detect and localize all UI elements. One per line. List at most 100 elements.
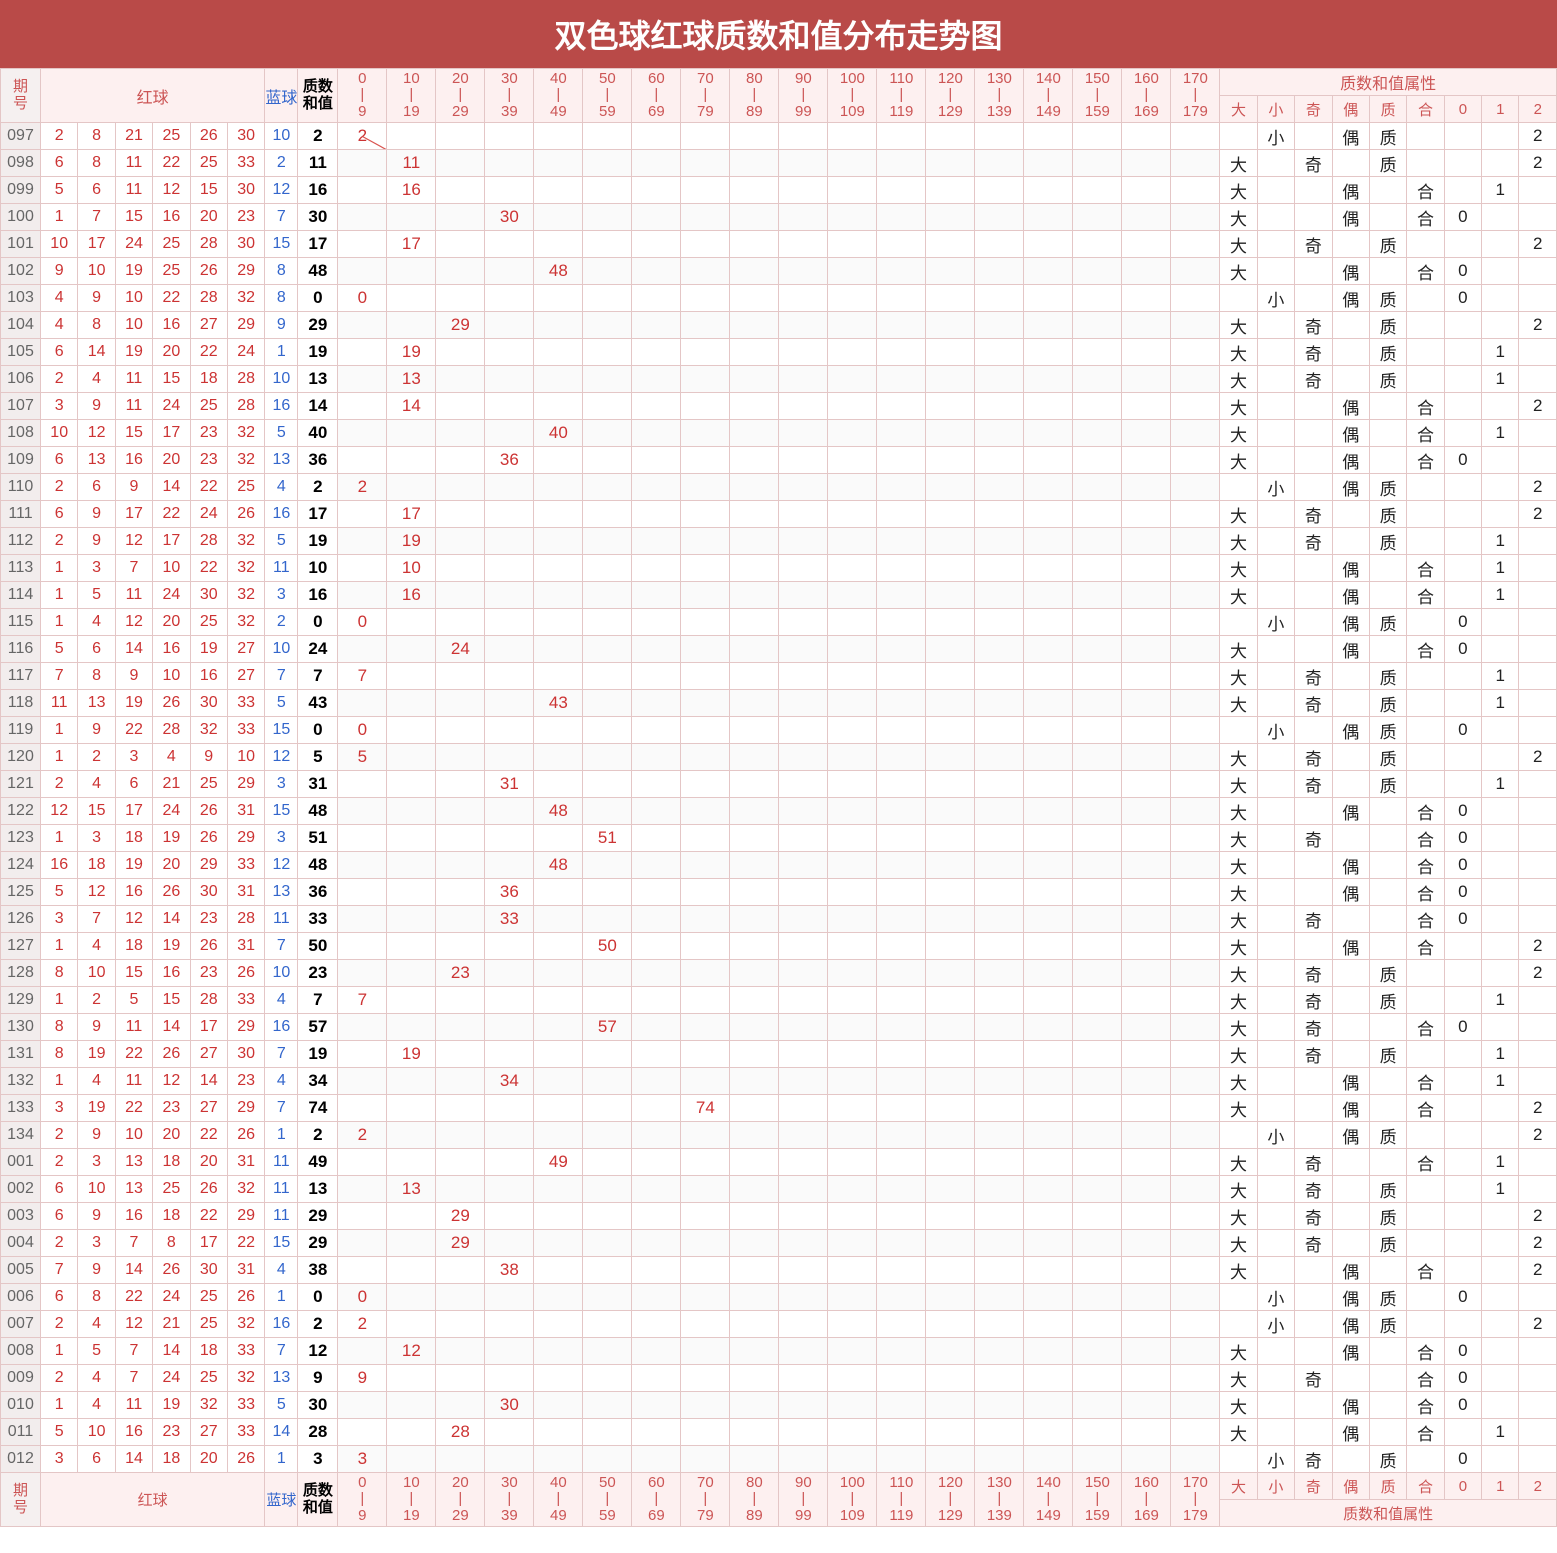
red-ball: 22 [115, 1041, 152, 1068]
bin-cell [1122, 1365, 1171, 1392]
bin-cell [534, 474, 583, 501]
bin-cell: 2 [338, 474, 387, 501]
prop-cell: 小 [1257, 717, 1294, 744]
bin-cell [387, 1446, 436, 1473]
bin-cell [436, 285, 485, 312]
period-cell: 012 [1, 1446, 41, 1473]
period-cell: 006 [1, 1284, 41, 1311]
prop-cell: 奇 [1295, 1446, 1332, 1473]
prime-sum: 29 [298, 312, 338, 339]
prop-cell [1444, 960, 1481, 987]
table-row: 113137102232111010大偶合1 [1, 555, 1557, 582]
table-row: 1333192223272977474大偶合2 [1, 1095, 1557, 1122]
red-ball: 6 [41, 1284, 78, 1311]
table-row: 132141112142343434大偶合1 [1, 1068, 1557, 1095]
bin-cell [387, 960, 436, 987]
bin-cell [387, 933, 436, 960]
prop-cell [1295, 582, 1332, 609]
bin-cell [387, 204, 436, 231]
red-ball: 6 [41, 1176, 78, 1203]
red-ball: 19 [115, 690, 152, 717]
bin-cell [1073, 420, 1122, 447]
prop-cell [1332, 663, 1369, 690]
prop-cell: 0 [1444, 1284, 1481, 1311]
period-cell: 099 [1, 177, 41, 204]
bin-cell [534, 960, 583, 987]
bin-cell [338, 1149, 387, 1176]
bin-cell [779, 447, 828, 474]
prop-cell: 质 [1369, 231, 1406, 258]
bin-cell [632, 285, 681, 312]
bin-cell [926, 474, 975, 501]
bin-cell [436, 1149, 485, 1176]
bin-cell [877, 501, 926, 528]
prop-cell: 大 [1220, 1014, 1257, 1041]
bin-cell [975, 1149, 1024, 1176]
red-ball: 14 [78, 339, 115, 366]
red-ball: 25 [190, 1284, 227, 1311]
bin-cell [1171, 1446, 1220, 1473]
red-ball: 10 [153, 663, 190, 690]
bin-cell [534, 150, 583, 177]
bin-cell [583, 150, 632, 177]
prop-cell: 奇 [1295, 1149, 1332, 1176]
bin-cell [1073, 825, 1122, 852]
prime-sum: 14 [298, 393, 338, 420]
bin-cell [877, 1338, 926, 1365]
bin-cell [1073, 1176, 1122, 1203]
prop-cell: 偶 [1332, 420, 1369, 447]
bin-cell [1073, 1014, 1122, 1041]
bin-cell [730, 1446, 779, 1473]
bin-cell [387, 1230, 436, 1257]
bin-cell [534, 1338, 583, 1365]
red-ball: 23 [190, 420, 227, 447]
prop-cell: 奇 [1295, 1365, 1332, 1392]
bin-cell [1024, 717, 1073, 744]
bin-cell [926, 987, 975, 1014]
red-ball: 6 [78, 1446, 115, 1473]
period-cell: 129 [1, 987, 41, 1014]
prop-cell: 大 [1220, 231, 1257, 258]
bin-cell [828, 906, 877, 933]
prop-cell [1519, 1149, 1557, 1176]
red-ball: 12 [115, 528, 152, 555]
prime-sum: 38 [298, 1257, 338, 1284]
prop-cell [1332, 771, 1369, 798]
bin-cell [436, 231, 485, 258]
period-cell: 128 [1, 960, 41, 987]
red-ball: 20 [153, 339, 190, 366]
prop-cell [1519, 879, 1557, 906]
red-ball: 5 [41, 1419, 78, 1446]
red-ball: 26 [190, 825, 227, 852]
red-ball: 24 [227, 339, 264, 366]
bin-cell [828, 609, 877, 636]
prop-cell [1369, 1257, 1406, 1284]
bin-cell [632, 609, 681, 636]
prime-sum: 17 [298, 231, 338, 258]
bin-cell [828, 1365, 877, 1392]
bin-cell [1171, 447, 1220, 474]
red-ball: 28 [190, 285, 227, 312]
red-ball: 29 [227, 312, 264, 339]
prop-cell [1407, 744, 1444, 771]
bin-cell [1122, 717, 1171, 744]
prop-cell [1407, 663, 1444, 690]
prime-sum: 48 [298, 852, 338, 879]
bin-cell [534, 123, 583, 150]
red-ball: 4 [41, 285, 78, 312]
prime-sum: 29 [298, 1203, 338, 1230]
red-ball: 28 [227, 366, 264, 393]
bin-cell [485, 420, 534, 447]
red-ball: 17 [78, 231, 115, 258]
bin-cell [583, 555, 632, 582]
bin-cell [926, 879, 975, 906]
prop-cell [1295, 1284, 1332, 1311]
period-cell: 120 [1, 744, 41, 771]
bin-cell [779, 150, 828, 177]
prop-cell: 1 [1482, 1068, 1519, 1095]
blue-ball: 16 [265, 1311, 298, 1338]
red-ball: 29 [227, 1014, 264, 1041]
bin-cell [534, 1419, 583, 1446]
bin-cell [926, 123, 975, 150]
bin-cell [1171, 771, 1220, 798]
